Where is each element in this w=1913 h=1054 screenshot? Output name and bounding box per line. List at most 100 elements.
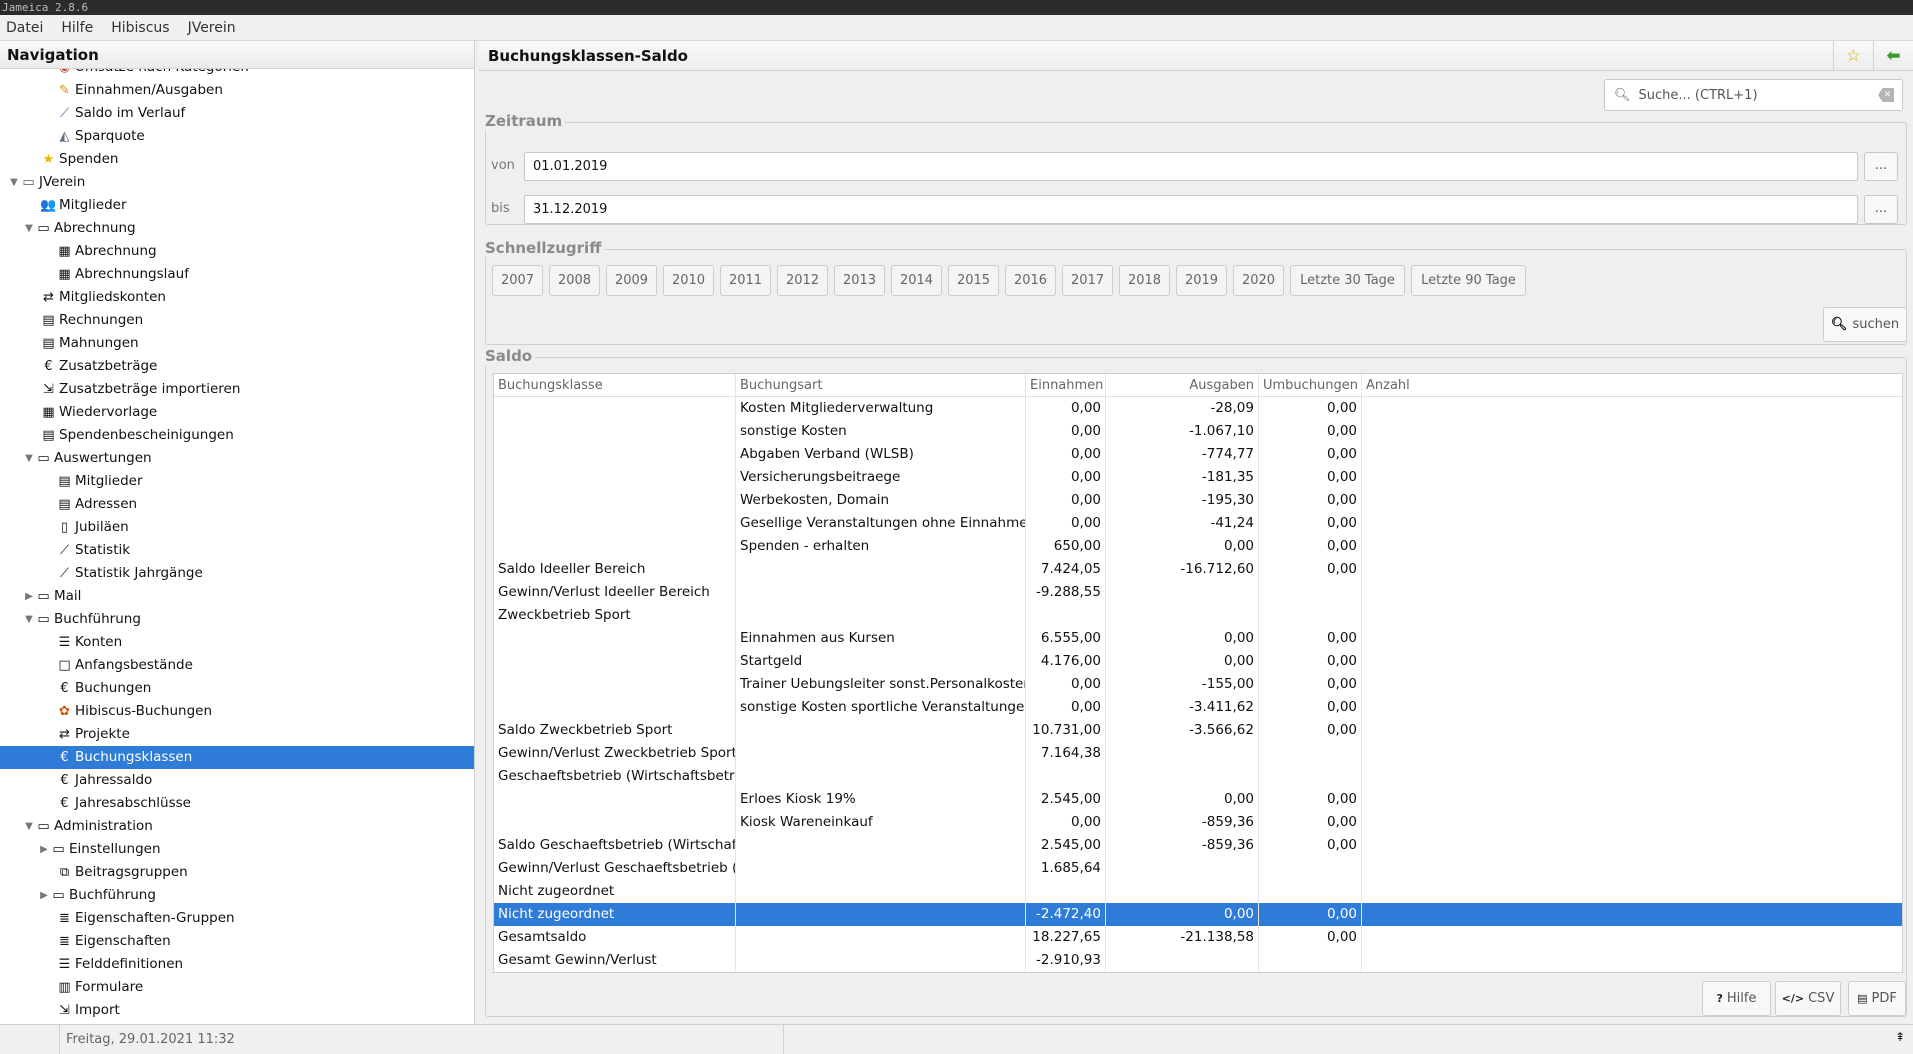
expand-down-icon[interactable]: ▼ — [23, 608, 35, 631]
table-row[interactable]: Gewinn/Verlust Geschaeftsbetrieb (Wirtsc… — [494, 857, 1902, 880]
table-row[interactable]: Abgaben Verband (WLSB) 0,00 -774,77 0,00 — [494, 443, 1902, 466]
column-header[interactable]: Ausgaben — [1106, 374, 1259, 397]
search-input[interactable]: 🔍︎ Suche... (CTRL+1) ✕ — [1604, 79, 1903, 111]
table-row[interactable]: Startgeld 4.176,00 0,00 0,00 — [494, 650, 1902, 673]
nav-item[interactable]: ▤ Spendenbescheinigungen — [0, 424, 474, 447]
nav-item[interactable]: ▤ Rechnungen — [0, 309, 474, 332]
nav-item[interactable]: ☰ Konten — [0, 631, 474, 654]
quick-access-button[interactable]: 2010 — [663, 265, 714, 296]
nav-item[interactable]: ▥ Formulare — [0, 976, 474, 999]
nav-item[interactable]: ▯ Jubiläen — [0, 516, 474, 539]
column-header[interactable]: Buchungsart — [736, 374, 1026, 397]
column-header[interactable]: Buchungsklasse — [494, 374, 736, 397]
quick-access-button[interactable]: 2017 — [1062, 265, 1113, 296]
nav-item[interactable]: ◭ Sparquote — [0, 125, 474, 148]
table-row[interactable]: Gesamt Gewinn/Verlust -2.910,93 — [494, 949, 1902, 972]
menu-datei[interactable]: Datei — [6, 20, 43, 36]
nav-item[interactable]: 👥 Mitglieder — [0, 194, 474, 217]
quick-access-button[interactable]: 2012 — [777, 265, 828, 296]
nav-item[interactable]: ▼ ▭ Auswertungen — [0, 447, 474, 470]
csv-button[interactable]: </> CSV — [1775, 981, 1841, 1016]
nav-item[interactable]: ▼ ▭ Abrechnung — [0, 217, 474, 240]
table-row[interactable]: Saldo Zweckbetrieb Sport 10.731,00 -3.566,… — [494, 719, 1902, 742]
nav-item[interactable]: ⇄ Mitgliedskonten — [0, 286, 474, 309]
nav-item[interactable]: ≣ Eigenschaften-Gruppen — [0, 907, 474, 930]
table-row[interactable]: Saldo Geschaeftsbetrieb (Wirtschaftsbetr… — [494, 834, 1902, 857]
nav-item[interactable]: ▤ Mahnungen — [0, 332, 474, 355]
expand-down-icon[interactable]: ▼ — [23, 815, 35, 838]
pdf-button[interactable]: ▤ PDF — [1848, 981, 1906, 1016]
table-row[interactable]: Werbekosten, Domain 0,00 -195,30 0,00 — [494, 489, 1902, 512]
nav-item[interactable]: ⟋ Statistik — [0, 539, 474, 562]
collapse-up-icon[interactable]: ⇞ — [1895, 1030, 1905, 1044]
menu-hibiscus[interactable]: Hibiscus — [111, 20, 169, 36]
table-row[interactable]: Gewinn/Verlust Ideeller Bereich -9.288,55 — [494, 581, 1902, 604]
quick-access-button[interactable]: 2016 — [1005, 265, 1056, 296]
nav-item[interactable]: ☰ Felddefinitionen — [0, 953, 474, 976]
table-row[interactable]: Zweckbetrieb Sport — [494, 604, 1902, 627]
table-row[interactable]: Spenden - erhalten 650,00 0,00 0,00 — [494, 535, 1902, 558]
table-row[interactable]: Gewinn/Verlust Zweckbetrieb Sport 7.164,3… — [494, 742, 1902, 765]
nav-item[interactable]: ▦ Abrechnungslauf — [0, 263, 474, 286]
navigation-tree[interactable]: ◉Umsätze nach Kategorien ✎ Einnahmen/Ausga… — [0, 69, 474, 1024]
menu-hilfe[interactable]: Hilfe — [61, 20, 93, 36]
quick-access-button[interactable]: Letzte 30 Tage — [1290, 265, 1405, 296]
nav-item[interactable]: € Zusatzbeträge — [0, 355, 474, 378]
collapse-right-icon[interactable]: ▶ — [38, 838, 50, 861]
table-row[interactable]: sonstige Kosten 0,00 -1.067,10 0,00 — [494, 420, 1902, 443]
nav-item[interactable]: ▶ ▭ Mail — [0, 585, 474, 608]
bis-date-picker-button[interactable]: ... — [1864, 195, 1898, 224]
back-arrow-icon[interactable]: ⬅ — [1873, 41, 1913, 71]
nav-item[interactable]: ▶ ▭ Buchführung — [0, 884, 474, 907]
table-row[interactable]: Trainer Uebungsleiter sonst.Personalkost… — [494, 673, 1902, 696]
quick-access-button[interactable]: 2008 — [549, 265, 600, 296]
nav-item[interactable]: ▤ Mitglieder — [0, 470, 474, 493]
saldo-table[interactable]: Buchungsklasse Buchungsart Einnahmen Ausgab… — [493, 373, 1903, 973]
table-row[interactable]: Nicht zugeordnet -2.472,40 0,00 0,00 — [494, 903, 1902, 926]
quick-access-button[interactable]: 2019 — [1176, 265, 1227, 296]
table-row[interactable]: Saldo Ideeller Bereich 7.424,05 -16.712,60… — [494, 558, 1902, 581]
nav-item[interactable]: ✿ Hibiscus-Buchungen — [0, 700, 474, 723]
table-row[interactable]: Geschaeftsbetrieb (Wirtschaftsbetrieb) — [494, 765, 1902, 788]
table-row[interactable]: Kosten Mitgliederverwaltung 0,00 -28,09 0,0… — [494, 397, 1902, 420]
quick-access-button[interactable]: 2020 — [1233, 265, 1284, 296]
nav-item[interactable]: □ Anfangsbestände — [0, 654, 474, 677]
column-header[interactable]: Einnahmen — [1026, 374, 1106, 397]
nav-item[interactable]: ◉Umsätze nach Kategorien — [0, 69, 474, 79]
nav-item[interactable]: € Buchungen — [0, 677, 474, 700]
suchen-button[interactable]: 🔍︎ suchen — [1823, 307, 1907, 342]
quick-access-button[interactable]: 2015 — [948, 265, 999, 296]
bookmark-star-icon[interactable]: ☆ — [1833, 41, 1873, 71]
table-row[interactable]: Versicherungsbeitraege 0,00 -181,35 0,00 — [494, 466, 1902, 489]
expand-down-icon[interactable]: ▼ — [23, 447, 35, 470]
nav-item[interactable]: ▦ Wiedervorlage — [0, 401, 474, 424]
quick-access-button[interactable]: 2011 — [720, 265, 771, 296]
nav-item[interactable]: ▼ ▭ JVerein — [0, 171, 474, 194]
nav-item[interactable]: ≣ Eigenschaften — [0, 930, 474, 953]
nav-item[interactable]: ⟋ Statistik Jahrgänge — [0, 562, 474, 585]
bis-date-field[interactable]: 31.12.2019 — [524, 195, 1858, 224]
table-row[interactable]: Nicht zugeordnet — [494, 880, 1902, 903]
nav-item[interactable]: ▼ ▭ Administration — [0, 815, 474, 838]
nav-item[interactable]: ▼ ▭ Buchführung — [0, 608, 474, 631]
table-row[interactable]: sonstige Kosten sportliche Veranstaltung… — [494, 696, 1902, 719]
nav-item[interactable]: ▦ Abrechnung — [0, 240, 474, 263]
quick-access-button[interactable]: 2009 — [606, 265, 657, 296]
quick-access-button[interactable]: Letzte 90 Tage — [1411, 265, 1526, 296]
table-row[interactable]: Gesellige Veranstaltungen ohne Einnahmen… — [494, 512, 1902, 535]
table-row[interactable]: Kiosk Wareneinkauf 0,00 -859,36 0,00 — [494, 811, 1902, 834]
nav-item[interactable]: ⇲ Import — [0, 999, 474, 1022]
nav-item[interactable]: € Buchungsklassen — [0, 746, 474, 769]
nav-item[interactable]: ▤ Adressen — [0, 493, 474, 516]
table-row[interactable]: Gesamtsaldo 18.227,65 -21.138,58 0,00 — [494, 926, 1902, 949]
table-row[interactable]: Einnahmen aus Kursen 6.555,00 0,00 0,00 — [494, 627, 1902, 650]
column-header[interactable]: Umbuchungen — [1259, 374, 1362, 397]
quick-access-button[interactable]: 2013 — [834, 265, 885, 296]
collapse-right-icon[interactable]: ▶ — [38, 884, 50, 907]
column-header[interactable]: Anzahl — [1362, 374, 1902, 397]
menu-jverein[interactable]: JVerein — [188, 20, 236, 36]
nav-item[interactable]: € Jahressaldo — [0, 769, 474, 792]
von-date-picker-button[interactable]: ... — [1864, 152, 1898, 181]
nav-item[interactable]: ✎ Einnahmen/Ausgaben — [0, 79, 474, 102]
von-date-field[interactable]: 01.01.2019 — [524, 152, 1858, 181]
